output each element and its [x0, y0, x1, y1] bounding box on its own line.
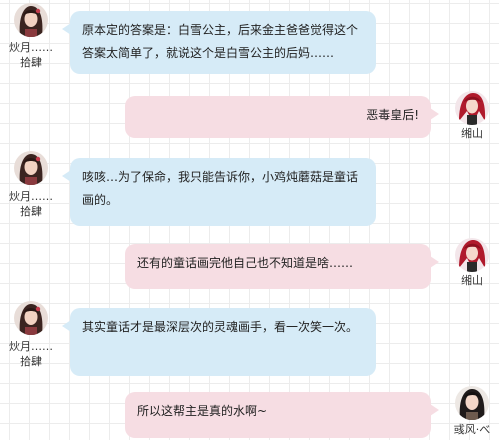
sender-name-line2: 拾肆 — [20, 355, 42, 368]
female-character-avatar-icon — [14, 3, 48, 37]
red-haired-character-avatar-icon — [455, 238, 489, 272]
bubble-tail — [430, 404, 439, 416]
red-haired-character-avatar-icon — [455, 91, 489, 125]
sender-name-line1: 炏月…… — [9, 340, 53, 353]
sender-name: 缃山 — [447, 126, 497, 141]
sender-name: 炏月…… 拾肆 — [6, 339, 56, 369]
user-avatar[interactable] — [455, 386, 489, 420]
message-text: 还有的童话画完他自己也不知道是啥…… — [137, 256, 354, 270]
user-avatar[interactable] — [455, 238, 489, 272]
sender-name-line1: 缃山 — [461, 274, 483, 287]
chat-conversation: 炏月…… 拾肆 原本定的答案是：白雪公主，后来金主爸爸觉得这个答案太简单了，就说… — [0, 0, 499, 440]
user-avatar[interactable] — [14, 3, 48, 37]
user-avatar[interactable] — [455, 91, 489, 125]
sender-name-line1: 缃山 — [461, 127, 483, 140]
message-text: 恶毒皇后! — [366, 108, 419, 122]
female-character-avatar-icon — [14, 151, 48, 185]
message-bubble[interactable]: 原本定的答案是：白雪公主，后来金主爸爸觉得这个答案太简单了，就说这个是白雪公主的… — [62, 11, 376, 74]
bubble-tail — [430, 256, 439, 268]
message-bubble[interactable]: 咳咳…为了保命，我只能告诉你，小鸡炖蘑菇是童话画的。 — [62, 158, 376, 226]
user-avatar[interactable] — [14, 151, 48, 185]
sender-name: 彧风·べ — [447, 422, 497, 437]
sender-name-line1: 炏月…… — [9, 41, 53, 54]
sender-name: 炏月…… 拾肆 — [6, 40, 56, 70]
message-text: 其实童话才是最深层次的灵魂画手，看一次笑一次。 — [82, 320, 359, 334]
dark-haired-character-avatar-icon — [455, 386, 489, 420]
message-text: 咳咳…为了保命，我只能告诉你，小鸡炖蘑菇是童话画的。 — [82, 170, 359, 207]
sender-name-line1: 炏月…… — [9, 190, 53, 203]
message-text: 所以这帮主是真的水啊~ — [137, 404, 268, 418]
user-avatar[interactable] — [14, 301, 48, 335]
bubble-tail — [430, 108, 439, 120]
sender-name: 缃山 — [447, 273, 497, 288]
message-text: 原本定的答案是：白雪公主，后来金主爸爸觉得这个答案太简单了，就说这个是白雪公主的… — [82, 23, 359, 60]
bubble-tail — [62, 170, 71, 182]
sender-name-line2: 拾肆 — [20, 56, 42, 69]
bubble-tail — [62, 23, 71, 35]
message-bubble[interactable]: 所以这帮主是真的水啊~ — [125, 392, 439, 438]
sender-name: 炏月…… 拾肆 — [6, 189, 56, 219]
female-character-avatar-icon — [14, 301, 48, 335]
message-bubble[interactable]: 还有的童话画完他自己也不知道是啥…… — [125, 244, 439, 289]
sender-name-line1: 彧风·べ — [453, 423, 491, 436]
bubble-tail — [62, 320, 71, 332]
message-bubble[interactable]: 其实童话才是最深层次的灵魂画手，看一次笑一次。 — [62, 308, 376, 376]
sender-name-line2: 拾肆 — [20, 205, 42, 218]
message-bubble[interactable]: 恶毒皇后! — [125, 96, 439, 138]
